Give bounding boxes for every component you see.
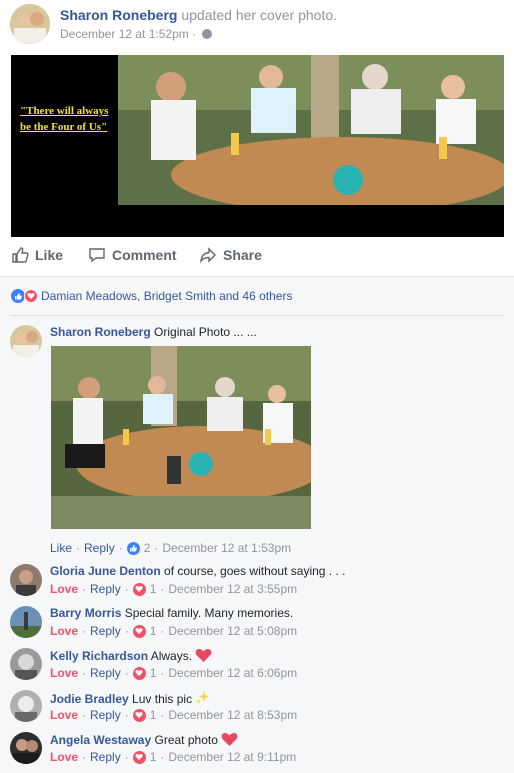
commenter-name-link[interactable]: Sharon Roneberg (50, 325, 151, 339)
comment-meta: Love · Reply · 1 · December 12 at 5:08pm (50, 624, 298, 638)
post-action-bar: Like Comment Share (11, 240, 504, 272)
post-timestamp: December 12 at 1:52pm · (60, 27, 213, 41)
comment-time-link[interactable]: December 12 at 5:08pm (168, 624, 297, 638)
avatar[interactable] (10, 564, 42, 596)
like-button-label: Like (35, 247, 64, 263)
reaction-count[interactable]: 1 (150, 708, 157, 722)
reaction-count[interactable]: 1 (150, 624, 157, 638)
comment-photo-image (51, 346, 311, 529)
love-link[interactable]: Love (50, 750, 78, 764)
comment-button-label: Comment (112, 247, 177, 263)
reply-link[interactable]: Reply (90, 750, 121, 764)
avatar[interactable] (10, 325, 42, 357)
heart-emoji-icon (196, 649, 212, 662)
share-icon (200, 247, 216, 264)
commenter-name-link[interactable]: Gloria June Denton (50, 564, 161, 578)
post-time-link[interactable]: December 12 at 1:52pm (60, 27, 189, 41)
love-icon (132, 624, 146, 638)
comment-meta: Love · Reply · 1 · December 12 at 9:11pm (50, 750, 297, 764)
reply-link[interactable]: Reply (84, 541, 115, 555)
comment-body: Always. (150, 649, 193, 663)
author-name-link[interactable]: Sharon Roneberg (60, 7, 177, 23)
comment-text: Kelly Richardson Always. (50, 648, 212, 663)
avatar[interactable] (10, 4, 50, 44)
like-reaction-icon (11, 289, 25, 303)
love-link[interactable]: Love (50, 582, 78, 596)
globe-icon (202, 29, 213, 39)
comment-time-link[interactable]: December 12 at 6:06pm (168, 666, 297, 680)
like-icon (126, 541, 140, 555)
heart-emoji-icon (221, 733, 238, 746)
commenter-name-link[interactable]: Angela Westaway (50, 733, 151, 747)
comment-text: Barry Morris Special family. Many memori… (50, 606, 293, 620)
like-button[interactable]: Like (11, 246, 63, 264)
like-link[interactable]: Like (50, 541, 72, 555)
comment-button[interactable]: Comment (88, 246, 177, 264)
comment-time-link[interactable]: December 12 at 3:55pm (168, 582, 297, 596)
commenter-name-link[interactable]: Jodie Bradley (50, 692, 129, 706)
avatar[interactable] (10, 648, 42, 680)
post-title: Sharon Roneberg updated her cover photo. (60, 7, 337, 23)
reactions-summary-text: Damian Meadows, Bridget Smith and 46 oth… (41, 289, 293, 303)
cover-photo-image (11, 55, 504, 237)
reaction-count[interactable]: 1 (150, 582, 157, 596)
avatar[interactable] (10, 690, 42, 722)
share-button-label: Share (223, 247, 262, 263)
commenter-name-link[interactable]: Barry Morris (50, 606, 121, 620)
comment-body: Special family. Many memories. (124, 606, 294, 620)
love-link[interactable]: Love (50, 624, 78, 638)
post-header: Sharon Roneberg updated her cover photo.… (10, 4, 504, 44)
reaction-count[interactable]: 1 (150, 666, 157, 680)
reaction-count[interactable]: 2 (144, 541, 151, 555)
comment-meta: Love · Reply · 1 · December 12 at 6:06pm (50, 666, 298, 680)
cover-photo[interactable]: "There will always be the Four of Us" (11, 55, 504, 237)
cover-quote-text: "There will always be the Four of Us" (20, 105, 109, 133)
comment-photo[interactable] (51, 346, 311, 529)
love-icon (132, 750, 146, 764)
share-button[interactable]: Share (199, 246, 262, 264)
love-icon (132, 708, 146, 722)
commenter-name-link[interactable]: Kelly Richardson (50, 649, 148, 663)
reaction-count[interactable]: 1 (150, 750, 157, 764)
reactions-summary[interactable]: Damian Meadows, Bridget Smith and 46 oth… (11, 289, 292, 303)
comment-time-link[interactable]: December 12 at 9:11pm (168, 750, 296, 764)
comment-body: Original Photo ... ... (154, 325, 257, 339)
comment-text: Gloria June Denton of course, goes witho… (50, 564, 345, 578)
divider (10, 315, 504, 316)
comment-text: Angela Westaway Great photo (50, 732, 238, 747)
comment-body: Great photo (154, 733, 218, 747)
avatar[interactable] (10, 606, 42, 638)
comment-text: Jodie Bradley Luv this pic (50, 690, 211, 706)
comment-body: Luv this pic (132, 692, 193, 706)
post-action-text: updated her cover photo. (181, 7, 338, 23)
love-link[interactable]: Love (50, 666, 78, 680)
thumbs-up-icon (12, 247, 29, 263)
sparkles-emoji-icon (196, 691, 210, 704)
reply-link[interactable]: Reply (90, 666, 121, 680)
comments-section: Damian Meadows, Bridget Smith and 46 oth… (0, 277, 514, 773)
comment-body: of course, goes without saying . . . (164, 564, 346, 578)
avatar[interactable] (10, 732, 42, 764)
reply-link[interactable]: Reply (90, 708, 121, 722)
comment-meta: Love · Reply · 1 · December 12 at 8:53pm (50, 708, 298, 722)
reply-link[interactable]: Reply (90, 624, 121, 638)
comment-text: Sharon Roneberg Original Photo ... ... (50, 325, 257, 339)
comment-time-link[interactable]: December 12 at 8:53pm (168, 708, 297, 722)
reply-link[interactable]: Reply (90, 582, 121, 596)
comment-icon (89, 248, 105, 263)
love-icon (132, 582, 146, 596)
love-reaction-icon (24, 289, 38, 303)
love-link[interactable]: Love (50, 708, 78, 722)
comment-meta: Love · Reply · 1 · December 12 at 3:55pm (50, 582, 298, 596)
comment-time-link[interactable]: December 12 at 1:53pm (162, 541, 291, 555)
love-icon (132, 666, 146, 680)
comment-meta: Like · Reply · 2 · December 12 at 1:53pm (50, 541, 292, 555)
